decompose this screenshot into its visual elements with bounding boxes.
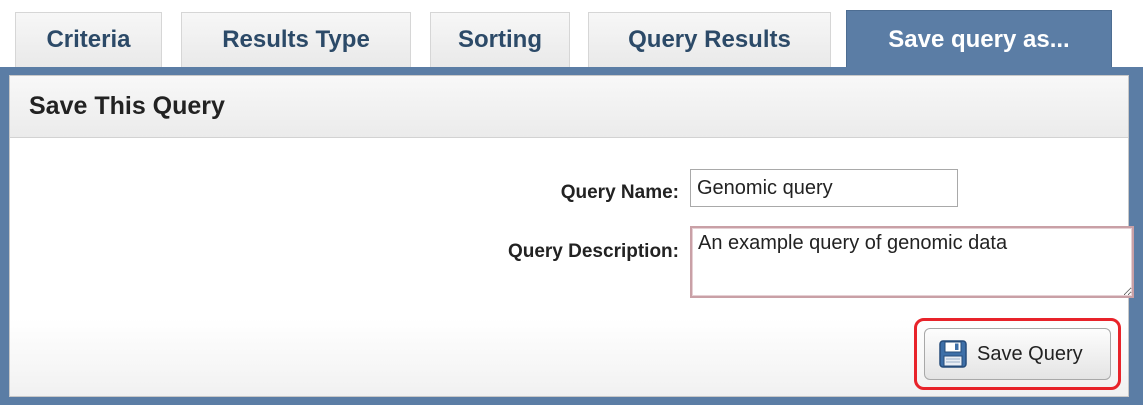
save-query-panel: Save This Query Query Name: Query Descri… <box>9 75 1134 397</box>
panel-title: Save This Query <box>10 76 1128 138</box>
tab-results-type[interactable]: Results Type <box>181 12 411 67</box>
save-query-screen: Criteria Results Type Sorting Query Resu… <box>0 0 1143 405</box>
floppy-disk-icon <box>939 340 967 368</box>
query-description-textarea[interactable]: An example query of genomic data <box>690 226 1134 298</box>
query-description-label: Query Description: <box>507 241 679 262</box>
tab-query-results[interactable]: Query Results <box>588 12 831 67</box>
tab-save-query-as[interactable]: Save query as... <box>846 10 1112 68</box>
tab-bar: Criteria Results Type Sorting Query Resu… <box>0 0 1143 68</box>
tab-panel: Save This Query Query Name: Query Descri… <box>0 67 1143 405</box>
query-name-input[interactable] <box>690 169 958 207</box>
tab-criteria[interactable]: Criteria <box>15 12 162 67</box>
save-query-button[interactable]: Save Query <box>924 328 1111 380</box>
query-name-label: Query Name: <box>560 182 679 203</box>
tab-sorting[interactable]: Sorting <box>430 12 570 67</box>
save-query-button-label: Save Query <box>977 342 1083 365</box>
